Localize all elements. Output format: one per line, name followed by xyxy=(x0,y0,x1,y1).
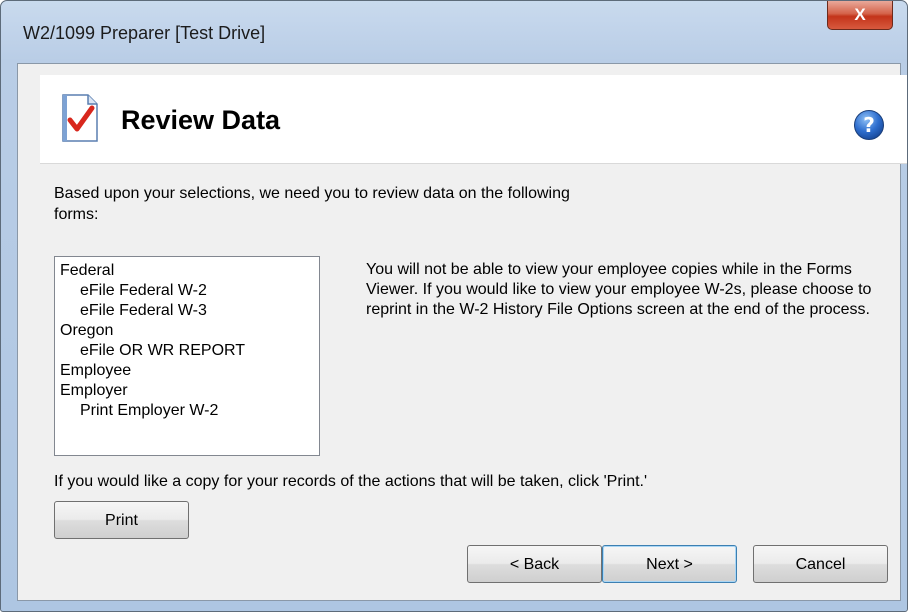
help-question-icon[interactable]: ? xyxy=(853,109,885,141)
checklist-document-icon xyxy=(62,94,98,142)
window-title: W2/1099 Preparer [Test Drive] xyxy=(23,23,266,43)
print-button[interactable]: Print xyxy=(54,501,189,539)
close-button[interactable]: X xyxy=(827,1,893,30)
list-item-form[interactable]: Print Employer W-2 xyxy=(60,401,319,421)
close-icon: X xyxy=(854,5,866,24)
list-item-group[interactable]: Oregon xyxy=(60,321,319,341)
dialog-window: W2/1099 Preparer [Test Drive] X Review D… xyxy=(0,0,908,612)
svg-text:?: ? xyxy=(863,113,875,137)
list-item-group[interactable]: Employer xyxy=(60,381,319,401)
back-button[interactable]: < Back xyxy=(467,545,602,583)
page-title: Review Data xyxy=(121,105,281,135)
list-item-form[interactable]: eFile Federal W-3 xyxy=(60,301,319,321)
intro-text: Based upon your selections, we need you … xyxy=(54,185,570,223)
dialog-body: Review Data ? Based upon your selections… xyxy=(17,63,907,601)
header-panel: Review Data ? xyxy=(40,75,907,164)
title-bar[interactable]: W2/1099 Preparer [Test Drive] X xyxy=(1,1,907,63)
list-item-group[interactable]: Employee xyxy=(60,361,319,381)
note-text: You will not be able to view your employ… xyxy=(366,261,872,318)
list-item-form[interactable]: eFile Federal W-2 xyxy=(60,281,319,301)
records-text: If you would like a copy for your record… xyxy=(54,473,648,490)
cancel-button[interactable]: Cancel xyxy=(753,545,888,583)
list-item-group[interactable]: Federal xyxy=(60,261,319,281)
list-item-form[interactable]: eFile OR WR REPORT xyxy=(60,341,319,361)
next-button[interactable]: Next > xyxy=(602,545,737,583)
forms-listbox[interactable]: Federal eFile Federal W-2 eFile Federal W-… xyxy=(54,256,320,456)
